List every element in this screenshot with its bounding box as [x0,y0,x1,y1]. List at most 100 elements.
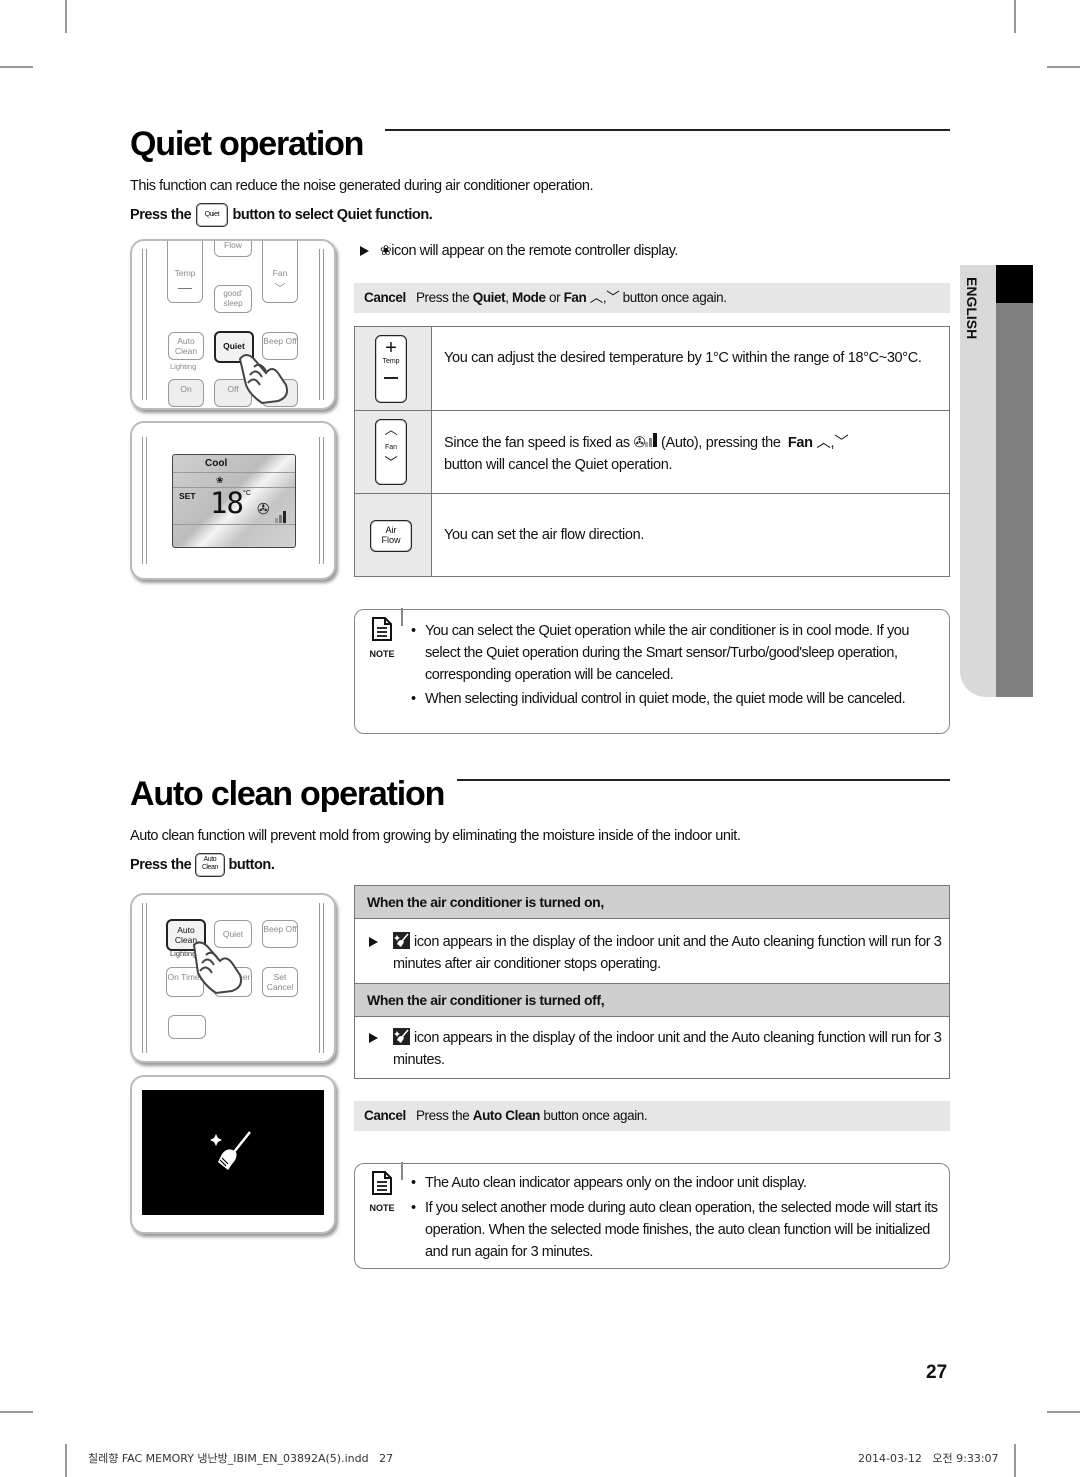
footer-file-name: 칠레향 FAC MEMORY 냉난방_IBIM_EN_03892A(5).ind… [88,1452,394,1465]
quiet-icon: ❀ [216,475,224,485]
remote-display-image: Cool ❀ SET 18 °C ✇ [130,421,336,580]
triangle-bullet-icon [360,246,369,256]
auto-clean-cancel-bar: Cancel Press the Auto Clean button once … [354,1101,950,1131]
quiet-buttons-table: + Temp You can adjust the desired temper… [354,326,950,577]
minus-icon [384,377,398,379]
remote-on-button: On [168,379,204,407]
quiet-icon-note: ❀icon will appear on the remote controll… [380,242,679,259]
document-icon [372,1171,392,1195]
crop-mark [0,1411,33,1413]
crop-mark [1014,0,1016,33]
language-side-tab: ENGLISH [960,265,1033,697]
crop-mark [1047,66,1080,68]
cancel-label: Cancel [364,290,406,305]
document-icon [372,617,392,641]
note-icon: NOTE [365,1170,399,1213]
chevron-down-icon: ﹀ [384,455,398,470]
quiet-icon: ❀ [380,242,392,258]
side-tab-dark [996,265,1033,697]
table-row: ︿ Fan ﹀ Since the fan speed is fixed as … [355,410,949,493]
lcd-mode: Cool [205,458,228,469]
quiet-cancel-bar: Cancel Press the Quiet, Mode or Fan ︿,﹀ … [354,283,950,313]
pressing-hand-icon [238,354,288,405]
remote-buttons-image: Auto Clean Quiet Beep Off Lighting On Ti… [130,893,336,1063]
quiet-press-instruction: Press the Quiet button to select Quiet f… [130,203,433,227]
fan-icon: ✇ [633,435,646,451]
fan-speed-bars-icon [645,433,658,451]
note-item: • If you select another mode during auto … [411,1200,938,1260]
minus-icon [178,288,192,289]
auto-clean-icon [393,932,410,949]
chevron-down-icon: ﹀ [606,290,620,305]
chevron-down-icon: ﹀ [834,435,849,451]
auto-clean-press-instruction: Press the Auto Clean button. [130,853,275,877]
plus-icon: + [385,337,397,359]
remote-set-cancel-button: Set Cancel [262,967,298,997]
remote-flow-button: Flow [214,241,252,257]
remote-beep-off-button: Beep Off [262,920,298,948]
footer-timestamp: 2014-03-12 오전 9:33:07 [858,1452,999,1465]
quiet-title: Quiet operation [130,125,364,163]
turned-off-description: icon appears in the display of the indoo… [355,1027,949,1071]
cancel-label: Cancel [364,1108,406,1123]
remote-edge [146,249,147,400]
crop-mark [1047,1411,1080,1413]
note-item: • When selecting individual control in qu… [411,691,906,707]
remote-temp-button: Temp [167,241,203,303]
turned-off-heading: When the air conditioner is turned off, [355,983,949,1017]
auto-clean-keycap: Auto Clean [194,853,225,877]
chevron-up-icon: ︿ [384,422,398,437]
remote-edge [323,249,324,400]
fan-icon: ✇ [257,501,270,518]
quiet-intro: This function can reduce the noise gener… [130,178,594,194]
air-flow-key: Air Flow [370,520,412,552]
triangle-bullet-icon [369,937,378,947]
auto-clean-notes-list: • The Auto clean indicator appears only o… [411,1172,941,1263]
quiet-notes-list: • You can select the Quiet operation whil… [411,620,941,710]
remote-edge [142,249,143,400]
remote-edge [146,437,147,564]
lcd-temperature: 18 [210,486,244,520]
crop-mark [1014,1444,1016,1477]
quiet-note-box: NOTE • You can select the Quiet operation… [354,608,950,734]
language-label: ENGLISH [964,277,980,340]
remote-good-sleep-button: good' sleep [214,285,252,313]
remote-auto-clean-button: Auto Clean [168,332,204,360]
side-tab-black [996,265,1033,303]
remote-buttons-image: Temp Flow good' sleep Fan ﹀ Auto Clean Q… [130,239,336,410]
crop-mark [65,1444,67,1477]
temp-key: + Temp [375,335,407,403]
fan-description: Since the fan speed is fixed as ✇ (Auto)… [444,433,849,473]
auto-clean-intro: Auto clean function will prevent mold fr… [130,828,741,844]
turned-on-heading: When the air conditioner is turned on, [355,886,949,919]
remote-edge [142,437,143,564]
press-suffix: button to select Quiet function. [232,206,433,223]
lcd-unit: °C [243,490,251,497]
note-item: • The Auto clean indicator appears only o… [411,1175,807,1191]
quiet-keycap: Quiet [195,203,228,227]
remote-lighting-label: Lighting [170,362,197,371]
turned-on-description: icon appears in the display of the indoo… [355,931,949,975]
remote-edge [323,903,324,1053]
indoor-unit-display-image [130,1075,336,1234]
remote-edge [323,437,324,564]
title-rule [457,779,950,781]
auto-clean-broom-icon [210,1131,251,1170]
crop-mark [0,66,33,68]
note-divider [401,1162,403,1180]
lcd-screen: Cool ❀ SET 18 °C ✇ [172,454,296,548]
air-flow-description: You can set the air flow direction. [444,527,645,543]
note-item: • You can select the Quiet operation whil… [411,623,909,683]
remote-edge [319,437,320,564]
page-number: 27 [926,1362,948,1383]
fan-speed-bars-icon [275,505,286,523]
auto-clean-note-box: NOTE • The Auto clean indicator appears o… [354,1162,950,1269]
lcd-divider [173,472,295,473]
lcd-set-label: SET [179,491,196,501]
indoor-display-screen [142,1090,324,1215]
crop-mark [65,0,67,33]
lcd-divider [173,524,295,525]
triangle-bullet-icon [369,1033,378,1043]
chevron-up-icon: ︿ [589,290,604,305]
fan-key: ︿ Fan ﹀ [375,419,407,485]
